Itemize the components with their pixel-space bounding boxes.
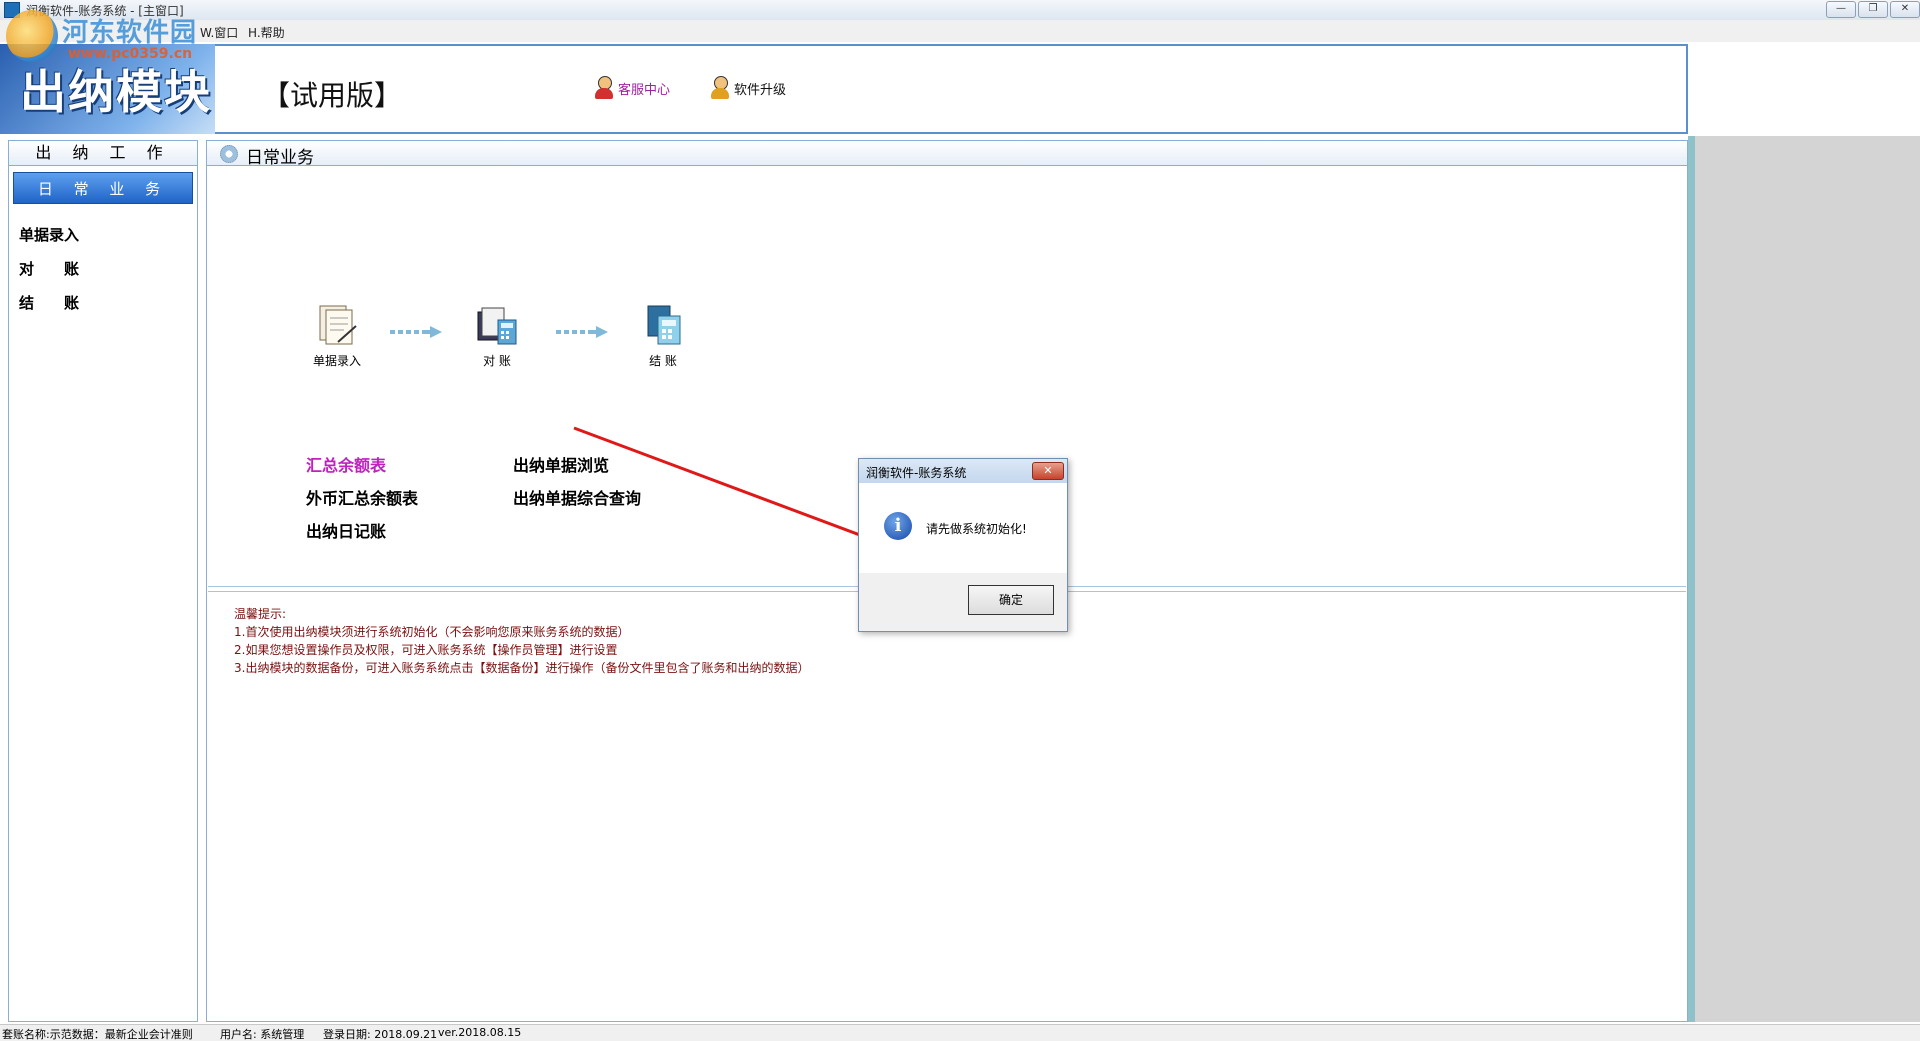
watermark-url: www.pc0359.cn	[68, 46, 193, 62]
upgrade-label: 软件升级	[734, 82, 787, 98]
calculator-icon	[640, 302, 686, 348]
link-summary-balance[interactable]: 汇总余额表	[306, 452, 386, 476]
sidebar-item-voucher-entry[interactable]: 单据录入	[19, 224, 79, 245]
close-button[interactable]: ✕	[1890, 1, 1920, 18]
main-panel-header	[207, 141, 1687, 166]
workflow-label: 对 账	[483, 354, 511, 368]
dialog-close-icon[interactable]: ✕	[1032, 462, 1064, 480]
scroll-strip	[1688, 136, 1695, 1022]
watermark-logo	[6, 10, 58, 62]
ledger-calculator-icon	[474, 302, 520, 348]
document-icon	[314, 302, 360, 348]
link-foreign-currency-balance[interactable]: 外币汇总余额表	[306, 485, 418, 509]
dialog-message: 请先做系统初始化!	[926, 522, 1027, 536]
sidebar-section-title[interactable]: 出 纳 工 作	[9, 141, 197, 166]
customer-service-label: 客服中心	[618, 82, 671, 98]
module-title: 出纳模块	[20, 65, 212, 119]
software-upgrade-link[interactable]: 软件升级	[710, 76, 786, 100]
maximize-button[interactable]: ❐	[1858, 1, 1888, 18]
window-title-bar: 润衡软件-账务系统 - [主窗口] — ❐ ✕	[0, 0, 1920, 21]
workflow-close-account[interactable]: 结 账	[628, 302, 698, 369]
tips-heading: 温馨提示:	[234, 607, 287, 621]
menu-item-help[interactable]: H.帮助	[248, 24, 285, 41]
watermark-site-name: 河东软件园	[62, 18, 198, 48]
ok-button[interactable]: 确定	[968, 585, 1054, 615]
status-bar: 套账名称:示范数据：最新企业会计准则 用户名: 系统管理 登录日期: 2018.…	[0, 1024, 1920, 1041]
arrow-right-icon	[390, 326, 442, 338]
sidebar-item-reconcile[interactable]: 对 账	[19, 258, 79, 279]
upgrade-icon	[710, 76, 730, 100]
tip-line: 1.首次使用出纳模块须进行系统初始化（不会影响您原来账务系统的数据）	[234, 625, 630, 639]
tip-line: 2.如果您想设置操作员及权限，可进入账务系统【操作员管理】进行设置	[234, 643, 618, 657]
status-version: ver.2018.08.15	[438, 1026, 522, 1039]
menu-bar: W.窗口 H.帮助	[0, 20, 1920, 42]
tip-line: 3.出纳模块的数据备份，可进入账务系统点击【数据备份】进行操作（备份文件里包含了…	[234, 661, 810, 675]
workflow-reconcile[interactable]: 对 账	[462, 302, 532, 369]
menu-item-window[interactable]: W.窗口	[200, 24, 238, 41]
sidebar-item-close-account[interactable]: 结 账	[19, 292, 79, 313]
link-cash-journal[interactable]: 出纳日记账	[306, 518, 386, 542]
main-panel-title: 日常业务	[246, 148, 314, 168]
arrow-right-icon	[556, 326, 608, 338]
workflow-label: 结 账	[649, 354, 677, 368]
customer-service-link[interactable]: 客服中心	[594, 76, 670, 100]
info-icon: i	[884, 512, 912, 540]
gear-icon	[220, 145, 238, 163]
empty-workspace	[1695, 136, 1920, 1022]
sidebar-item-daily-business[interactable]: 日 常 业 务	[13, 172, 193, 204]
workflow-voucher-entry[interactable]: 单据录入	[302, 302, 372, 369]
tips-block: 温馨提示: 1.首次使用出纳模块须进行系统初始化（不会影响您原来账务系统的数据）…	[234, 605, 809, 677]
minimize-button[interactable]: —	[1826, 1, 1856, 18]
header-banner	[0, 44, 1688, 134]
dialog-title: 润衡软件-账务系统	[866, 466, 967, 480]
edition-label: 【试用版】	[262, 79, 403, 112]
workflow-label: 单据录入	[312, 354, 361, 368]
customer-service-icon	[594, 76, 614, 100]
